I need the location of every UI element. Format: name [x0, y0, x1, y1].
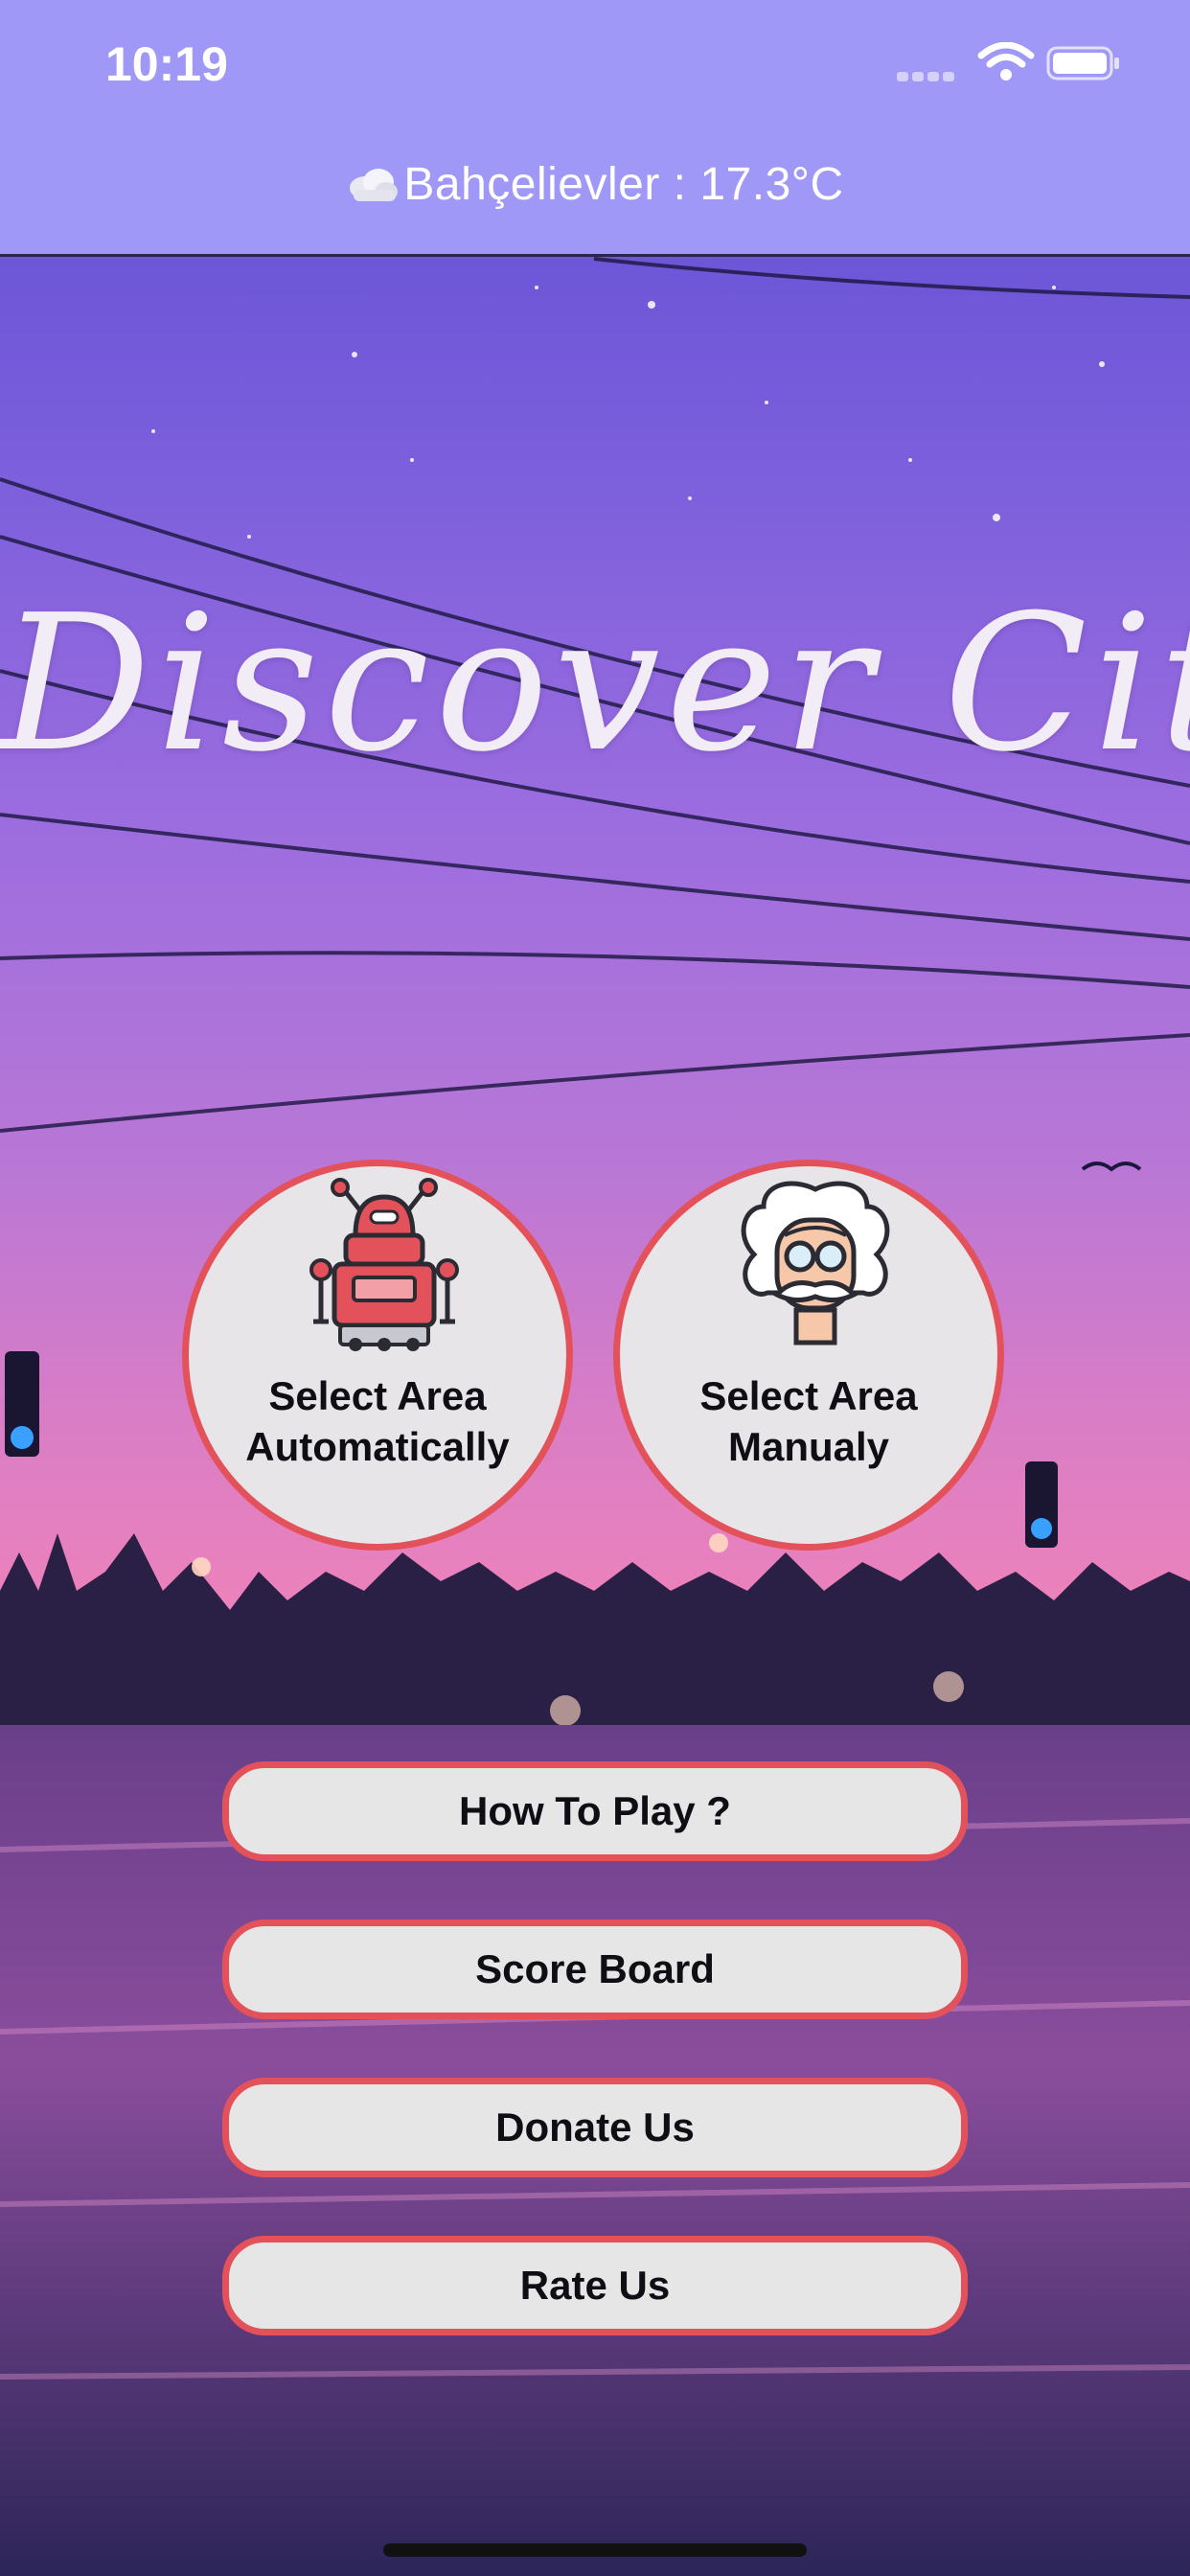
weather-text: Bahçelievler : 17.3°C: [403, 159, 844, 210]
select-area-automatically-label: Select Area Automatically: [245, 1373, 510, 1469]
status-icons: [897, 42, 1127, 81]
how-to-play-button[interactable]: How To Play ?: [222, 1761, 968, 1861]
app-title: Discover City's: [0, 575, 1190, 794]
wifi-icon: [977, 42, 1035, 80]
score-board-button[interactable]: Score Board: [222, 1920, 968, 2019]
header-bar: 10:19 Bahçelievler : 17.3°C: [0, 0, 1190, 257]
scientist-icon: [741, 1181, 890, 1346]
cloud-icon: [350, 169, 399, 201]
cellular-signal-icon: [897, 69, 964, 81]
home-indicator[interactable]: [383, 2543, 807, 2557]
background-scene: [0, 0, 1190, 2576]
select-area-automatically-button[interactable]: Select Area Automatically: [182, 1160, 573, 1551]
app-screen: 10:19 Bahçelievler : 17.3°C Discover Ci …: [0, 0, 1190, 2576]
weather-info: Bahçelievler : 17.3°C: [0, 158, 1190, 211]
robot-icon: [309, 1178, 459, 1351]
donate-us-button[interactable]: Donate Us: [222, 2078, 968, 2177]
rate-us-button[interactable]: Rate Us: [222, 2236, 968, 2335]
select-area-manually-label: Select Area Manualy: [699, 1373, 918, 1469]
select-area-manually-button[interactable]: Select Area Manualy: [613, 1160, 1004, 1551]
battery-icon: [1046, 46, 1119, 80]
status-time: 10:19: [105, 37, 228, 91]
